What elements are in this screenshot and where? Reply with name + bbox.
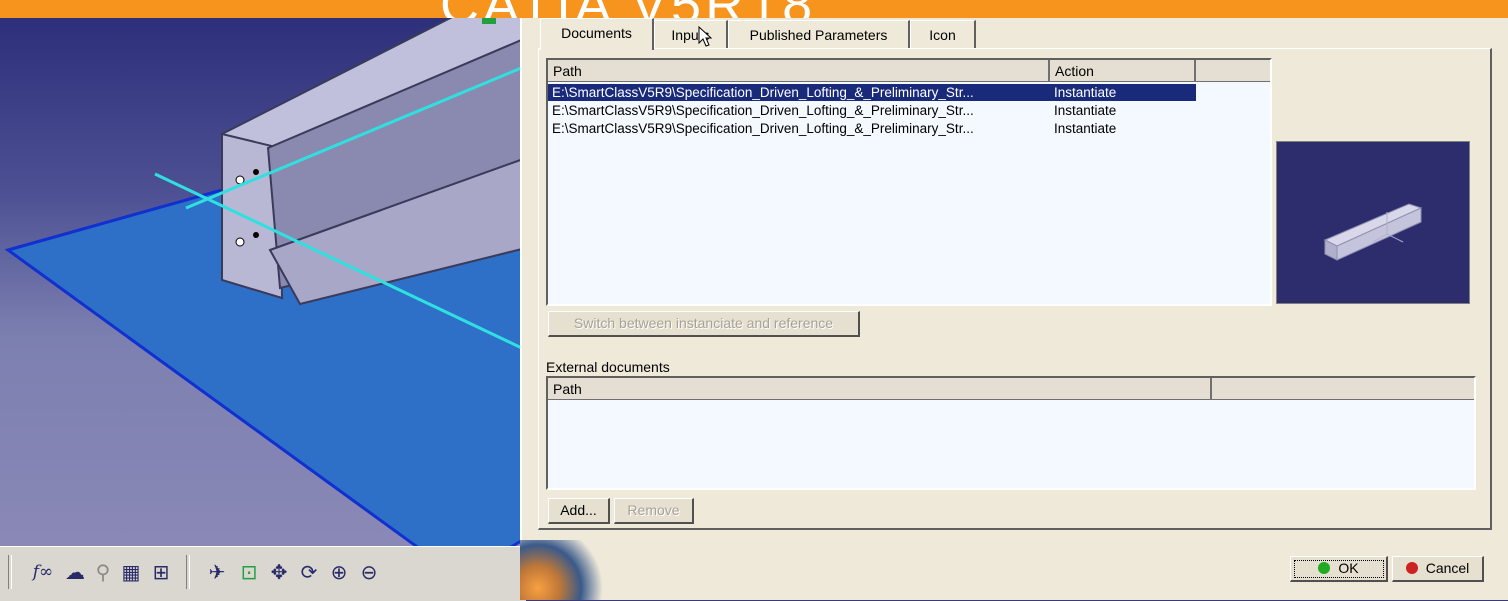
properties-dialog: Documents Inputs Published Parameters Ic… xyxy=(520,18,1508,600)
tab-published-parameters[interactable]: Published Parameters xyxy=(728,20,910,48)
row-action: Instantiate xyxy=(1050,84,1196,101)
corner-decoration xyxy=(520,540,610,600)
formula-icon[interactable]: f∞ xyxy=(30,559,56,585)
row-action: Instantiate xyxy=(1054,121,1117,136)
rotate-icon[interactable]: ⟳ xyxy=(296,559,322,585)
toolbar-separator xyxy=(186,555,190,589)
fly-icon[interactable]: ✈ xyxy=(204,559,230,585)
column-header-path[interactable]: Path xyxy=(548,378,1212,400)
fit-all-icon[interactable]: ⊡ xyxy=(236,559,262,585)
cancel-label: Cancel xyxy=(1425,560,1470,576)
tab-documents[interactable]: Documents xyxy=(540,18,654,50)
column-header-path[interactable]: Path xyxy=(548,60,1050,82)
documents-list[interactable]: Path Action E:\SmartClassV5R9\Specificat… xyxy=(546,58,1272,306)
zoom-in-icon[interactable]: ⊕ xyxy=(326,559,352,585)
light-bulb-icon[interactable]: ⚲ xyxy=(90,559,116,585)
row-path: E:\SmartClassV5R9\Specification_Driven_L… xyxy=(548,84,1050,101)
mouse-cursor-icon xyxy=(698,26,713,47)
cancel-icon xyxy=(1405,562,1418,574)
row-path: E:\SmartClassV5R9\Specification_Driven_L… xyxy=(552,121,974,136)
row-path: E:\SmartClassV5R9\Specification_Driven_L… xyxy=(552,103,974,118)
document-preview xyxy=(1276,141,1470,304)
column-header-empty xyxy=(1212,378,1474,400)
switch-instantiate-reference-button[interactable]: Switch between instanciate and reference xyxy=(548,311,860,337)
row-action: Instantiate xyxy=(1054,103,1117,118)
3d-scene xyxy=(4,18,526,580)
tab-icon[interactable]: Icon xyxy=(910,20,976,48)
tree-icon[interactable]: ⊞ xyxy=(148,559,174,585)
pan-icon[interactable]: ✥ xyxy=(266,559,292,585)
ok-label: OK xyxy=(1338,560,1359,576)
ok-button[interactable]: OK xyxy=(1290,556,1388,582)
external-documents-label: External documents xyxy=(546,359,670,375)
cancel-button[interactable]: Cancel xyxy=(1392,556,1484,582)
ok-icon xyxy=(1318,562,1331,574)
tab-inputs[interactable]: Inputs xyxy=(654,20,728,48)
zoom-out-icon[interactable]: ⊖ xyxy=(356,559,382,585)
bottom-toolbar: f∞ ☁ ⚲ ▦ ⊞ ✈ ⊡ ✥ ⟳ ⊕ ⊖ xyxy=(0,546,526,601)
preview-part-icon xyxy=(1323,203,1423,261)
design-table-icon[interactable]: ▦ xyxy=(118,559,144,585)
add-button[interactable]: Add... xyxy=(548,498,610,524)
knowledge-advisor-icon[interactable]: ☁ xyxy=(62,559,88,585)
external-documents-list[interactable]: Path xyxy=(546,376,1476,490)
3d-viewport[interactable] xyxy=(0,18,526,600)
banner-text: CATIA V5R18 xyxy=(440,0,816,18)
top-banner: CATIA V5R18 xyxy=(0,0,1508,18)
toolbar-separator xyxy=(8,555,12,589)
remove-button[interactable]: Remove xyxy=(614,498,694,524)
column-header-action[interactable]: Action xyxy=(1050,60,1196,82)
column-header-empty xyxy=(1196,60,1270,82)
